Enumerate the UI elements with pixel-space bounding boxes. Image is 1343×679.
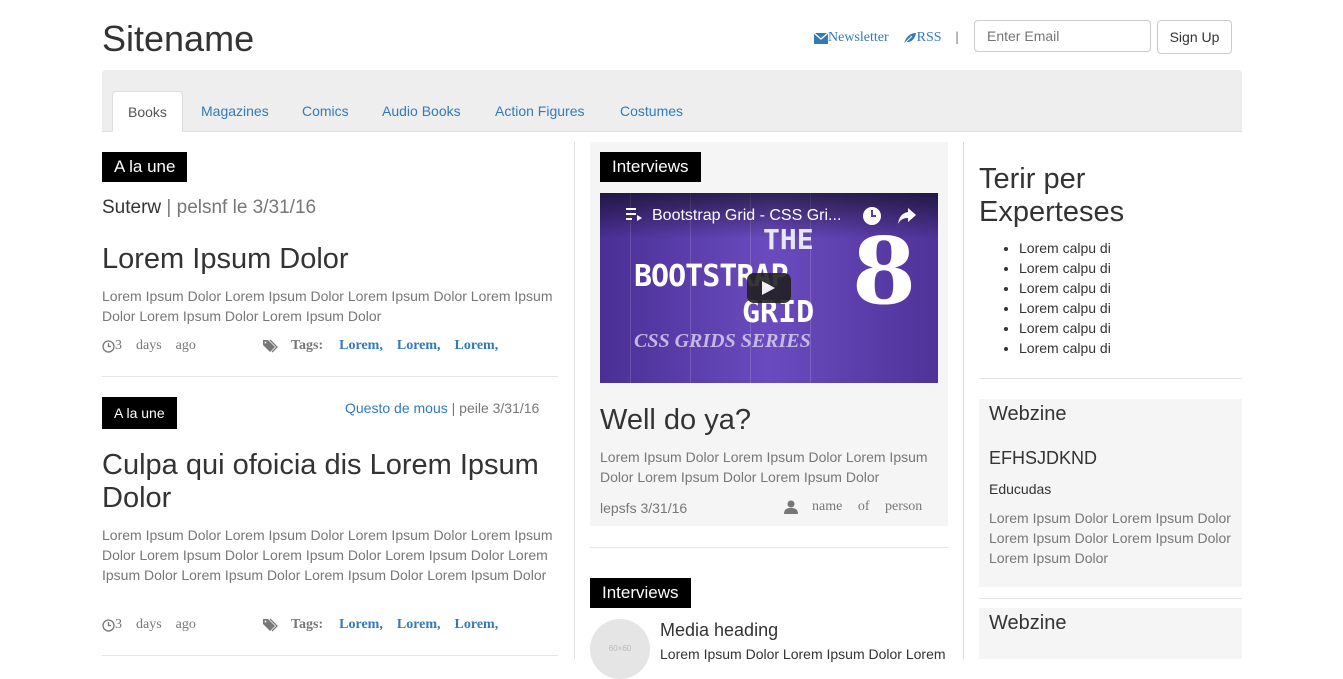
section-badge: Interviews	[590, 578, 691, 608]
divider	[102, 655, 558, 656]
tag-link[interactable]: Lorem,	[339, 617, 383, 633]
list-item[interactable]: Lorem calpu di	[1019, 238, 1111, 258]
tag-link[interactable]: Lorem,	[397, 338, 441, 354]
section-badge: Interviews	[600, 152, 701, 182]
byline: Suterw | pelsnf le 3/31/16	[102, 197, 316, 219]
divider	[979, 598, 1242, 599]
tab-comics[interactable]: Comics	[287, 91, 364, 132]
divider	[102, 376, 558, 377]
signup-button[interactable]: Sign Up	[1157, 20, 1232, 54]
newsletter-link[interactable]: Newsletter	[814, 30, 889, 46]
tag-link[interactable]: Lorem,	[455, 617, 499, 633]
experts-heading: Terir per Experteses	[979, 163, 1124, 229]
tags-icon	[263, 339, 278, 353]
section-badge: A la une	[102, 397, 177, 429]
webzine-title[interactable]: Webzine	[989, 612, 1066, 635]
rss-label: RSS	[916, 30, 942, 45]
feature-body: Lorem Ipsum Dolor Lorem Ipsum Dolor Lore…	[600, 449, 928, 485]
webzine-subtitle: EFHSJDKND	[989, 448, 1098, 468]
column-divider	[574, 142, 575, 659]
tags-label: Tags:	[291, 338, 324, 353]
article-tags: Tags: Lorem, Lorem, Lorem,	[263, 338, 512, 354]
author-link[interactable]: Questo de mous	[345, 400, 448, 416]
user-icon	[784, 500, 798, 514]
byline-meta: | pelsnf le 3/31/16	[166, 197, 317, 218]
playlist-icon	[626, 208, 642, 221]
time-ago: ago	[175, 338, 196, 353]
clock-icon	[102, 618, 115, 632]
rss-link[interactable]: RSS	[903, 30, 942, 46]
time-ago: ago	[175, 617, 196, 632]
feature-title[interactable]: Well do ya?	[600, 404, 751, 437]
feature-author: name of person	[784, 499, 922, 515]
time-number: 3	[115, 338, 122, 353]
tag-link[interactable]: Lorem,	[339, 338, 383, 354]
leaf-icon	[903, 32, 916, 44]
site-title[interactable]: Sitename	[102, 18, 254, 60]
tab-costumes[interactable]: Costumes	[605, 91, 698, 132]
webzine-label: Educudas	[989, 481, 1052, 497]
webzine-body: Lorem Ipsum Dolor Lorem Ipsum Dolor Lore…	[989, 510, 1231, 566]
tab-magazines[interactable]: Magazines	[186, 91, 284, 132]
top-links: Newsletter RSS |	[814, 26, 972, 50]
video-number: 8	[852, 217, 917, 325]
tag-link[interactable]: Lorem,	[397, 617, 441, 633]
tab-books[interactable]: Books	[112, 91, 183, 132]
tag-link[interactable]: Lorem,	[455, 338, 499, 354]
list-item[interactable]: Lorem calpu di	[1019, 318, 1111, 338]
article-title[interactable]: Lorem Ipsum Dolor	[102, 243, 349, 276]
article2-meta: | peile 3/31/16	[451, 400, 540, 416]
video-subtitle: CSS GRIDS SERIES	[634, 330, 811, 352]
article2-byline: Questo de mous | peile 3/31/16	[345, 399, 539, 417]
media-heading[interactable]: Media heading	[660, 620, 778, 640]
list-item[interactable]: Lorem calpu di	[1019, 338, 1111, 358]
list-item[interactable]: Lorem calpu di	[1019, 258, 1111, 278]
video-text-the: THE	[763, 223, 814, 256]
play-button[interactable]	[747, 273, 791, 303]
email-input[interactable]	[974, 20, 1151, 52]
article-body: Lorem Ipsum Dolor Lorem Ipsum Dolor Lore…	[102, 527, 553, 583]
time-days: days	[136, 617, 162, 632]
divider	[590, 547, 948, 548]
tags-icon	[263, 618, 278, 632]
list-item[interactable]: Lorem calpu di	[1019, 298, 1111, 318]
media-body: Lorem Ipsum Dolor Lorem Ipsum Dolor Lore…	[660, 646, 946, 662]
article-meta: 3 days ago	[102, 617, 196, 633]
time-days: days	[136, 338, 162, 353]
experts-heading-line2: Experteses	[979, 196, 1125, 228]
time-number: 3	[115, 617, 122, 632]
experts-list: Lorem calpu di Lorem calpu di Lorem calp…	[979, 238, 1111, 358]
section-badge: A la une	[102, 152, 188, 182]
column-divider	[963, 142, 964, 659]
experts-heading-line1: Terir per	[979, 163, 1086, 195]
divider	[979, 378, 1242, 379]
tab-audio-books[interactable]: Audio Books	[367, 91, 476, 132]
play-icon	[762, 281, 775, 295]
envelope-icon	[814, 32, 828, 44]
webzine-title[interactable]: Webzine	[989, 403, 1066, 426]
separator: |	[955, 30, 959, 45]
webzine-card: Webzine	[979, 608, 1242, 659]
byline-author[interactable]: Suterw	[102, 197, 161, 218]
clock-icon	[102, 339, 115, 353]
article-body: Lorem Ipsum Dolor Lorem Ipsum Dolor Lore…	[102, 288, 553, 324]
article-tags: Tags: Lorem, Lorem, Lorem,	[263, 617, 512, 633]
tags-label: Tags:	[291, 617, 324, 632]
webzine-card: Webzine EFHSJDKND Educudas Lorem Ipsum D…	[979, 399, 1242, 587]
newsletter-label: Newsletter	[828, 30, 889, 45]
video-player[interactable]: Bootstrap Grid - CSS Gri... THE BOOTSTRA…	[600, 193, 938, 383]
person-name: name of person	[812, 499, 923, 514]
avatar: 60×60	[590, 619, 650, 679]
article-meta: 3 days ago	[102, 338, 196, 354]
article-title[interactable]: Culpa qui ofoicia dis Lorem Ipsum Dolor	[102, 449, 562, 515]
feature-date: lepsfs 3/31/16	[600, 500, 688, 516]
list-item[interactable]: Lorem calpu di	[1019, 278, 1111, 298]
category-nav: Books Magazines Comics Audio Books Actio…	[102, 70, 1242, 132]
tab-action-figures[interactable]: Action Figures	[480, 91, 599, 132]
